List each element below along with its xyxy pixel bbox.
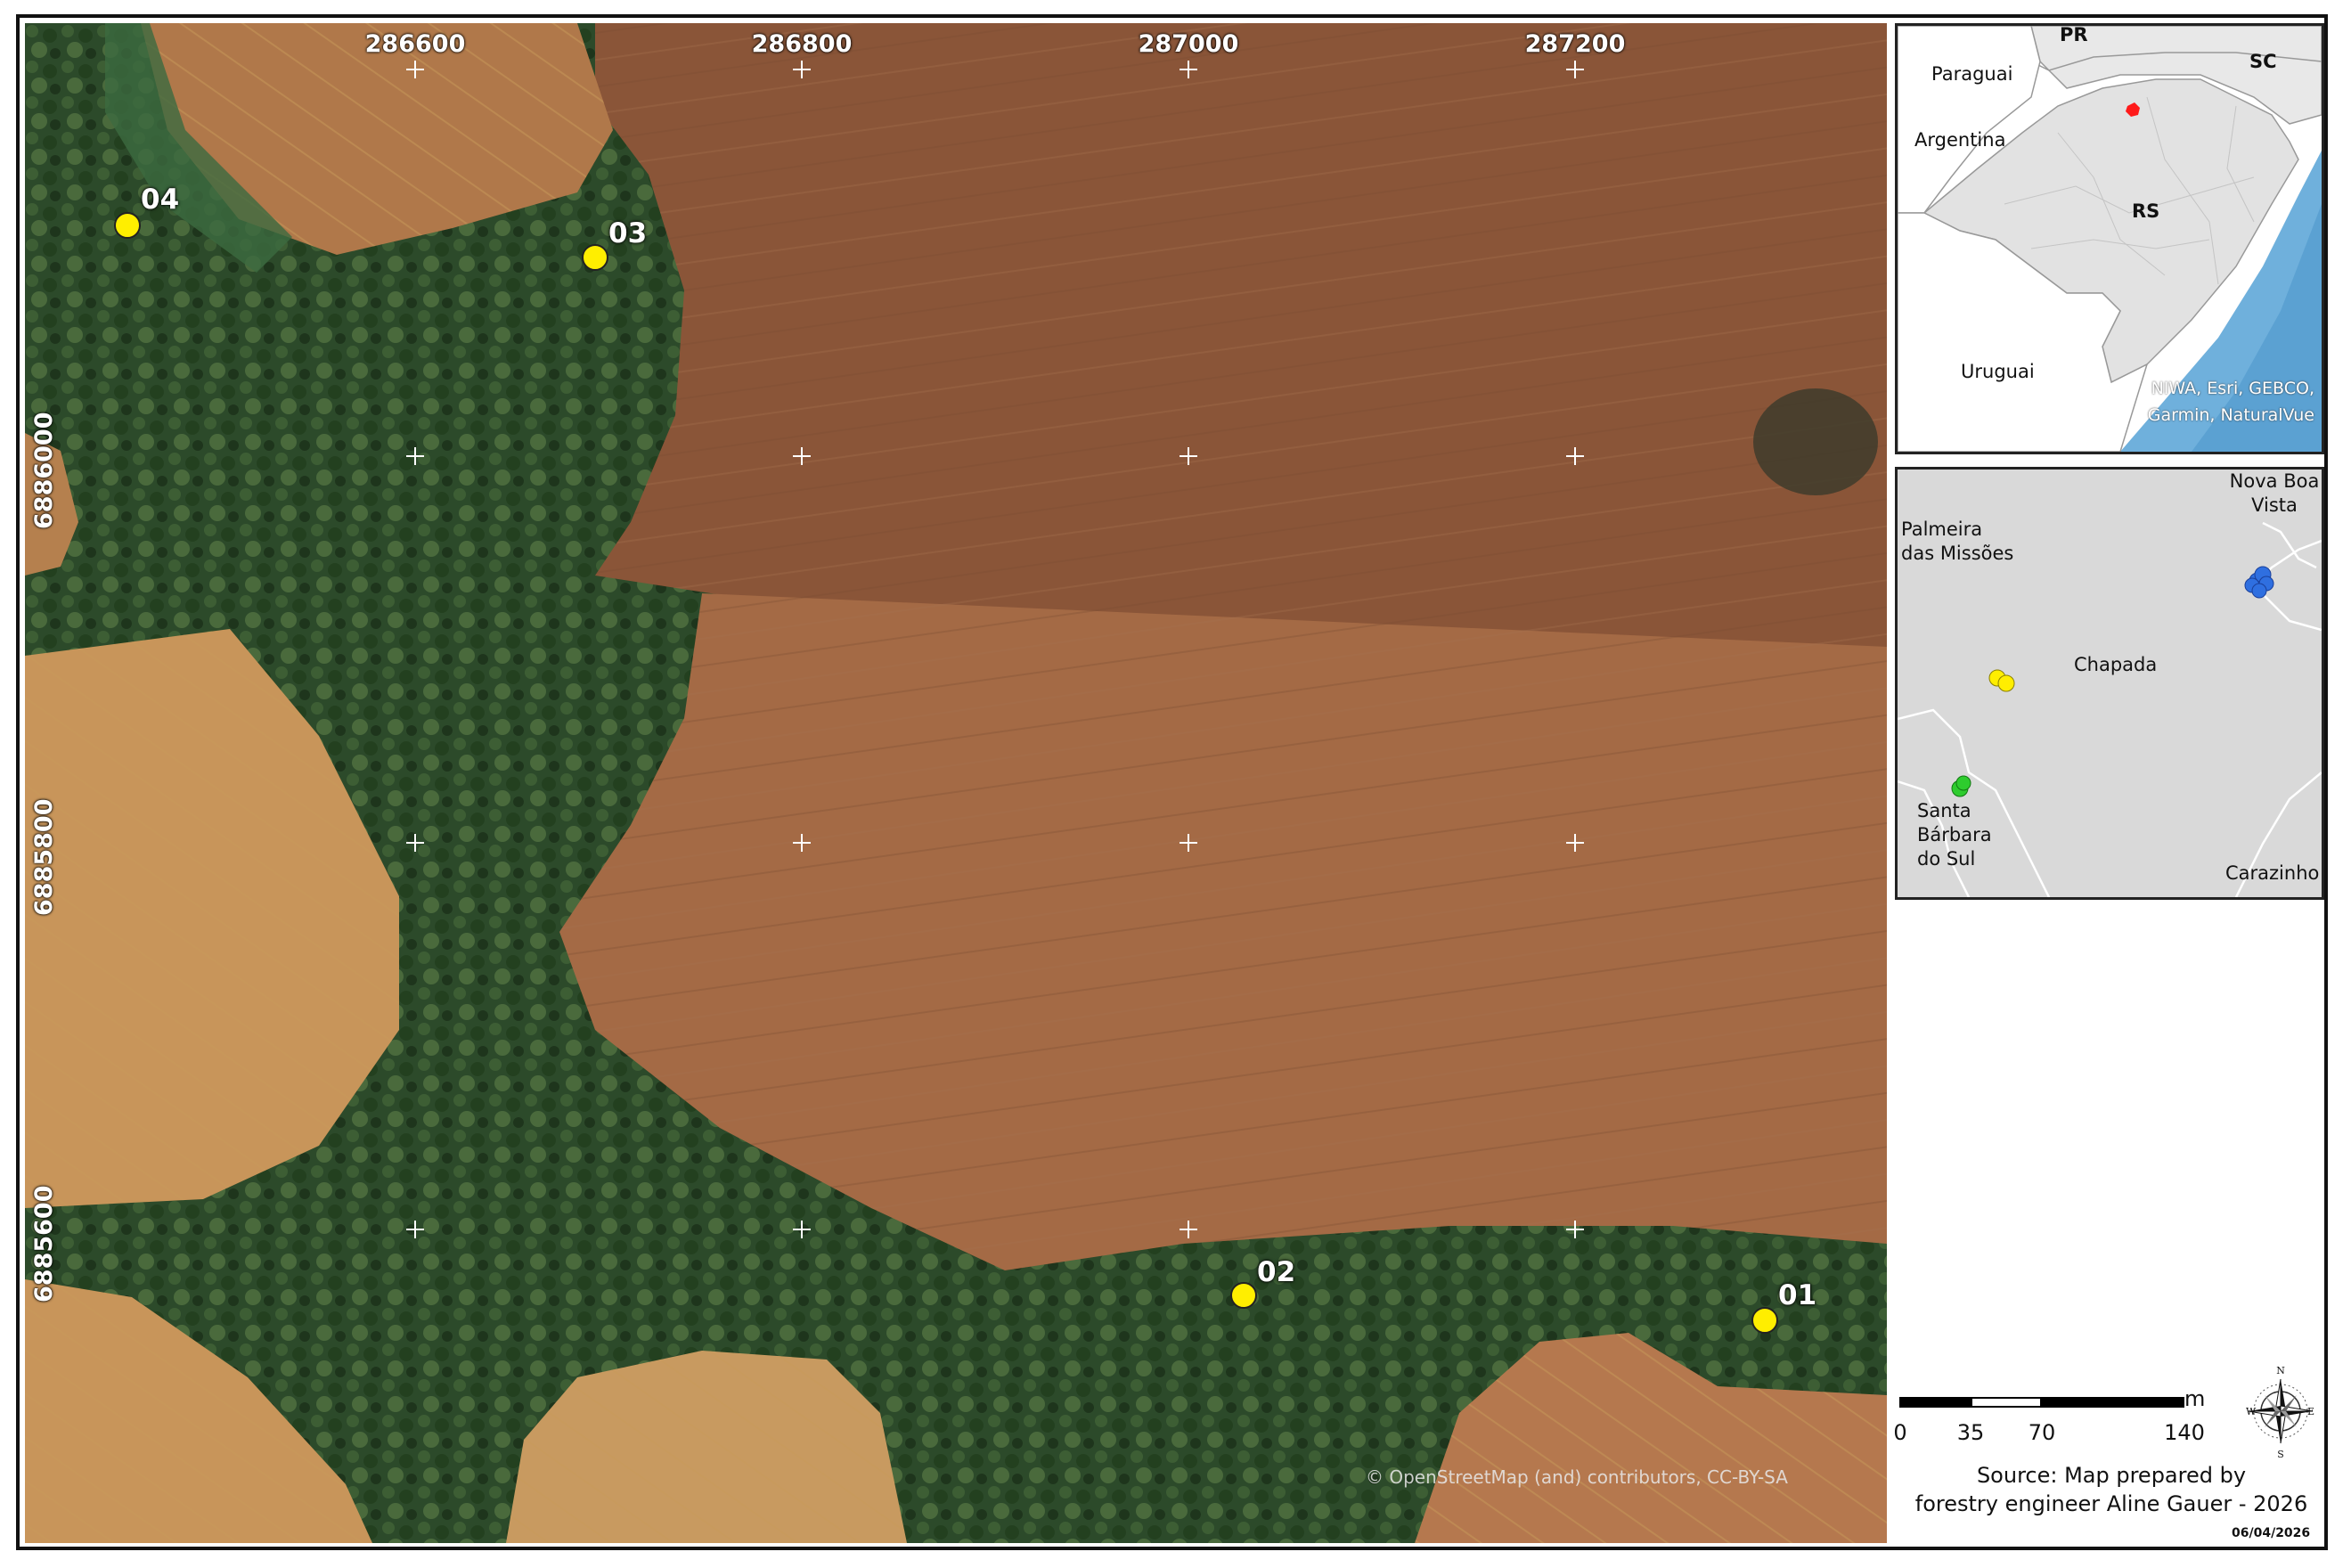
- sample-point-01[interactable]: [1751, 1307, 1778, 1334]
- town-chapada: Chapada: [2074, 654, 2158, 675]
- town-palmeira-das-missoes: Palmeira das Missões: [1901, 519, 2014, 564]
- state-inset-map[interactable]: PR SC RS Paraguai Argentina Uruguai NIWA…: [1895, 23, 2324, 454]
- sample-point-04[interactable]: [114, 212, 141, 239]
- osm-attribution: © OpenStreetMap (and) contributors, CC-B…: [1366, 1466, 1788, 1488]
- scale-unit: m: [2184, 1386, 2206, 1411]
- sample-point-label: 03: [608, 217, 648, 249]
- svg-text:N: N: [2276, 1365, 2285, 1376]
- sample-point-03[interactable]: [582, 244, 608, 271]
- scale-tick: 140: [2164, 1420, 2205, 1445]
- map-date: 06/04/2026: [2232, 1526, 2311, 1540]
- svg-text:W: W: [2246, 1406, 2257, 1417]
- label-sc: SC: [2249, 51, 2277, 72]
- x-coord-label: 286600: [364, 30, 466, 58]
- compass-rose-icon: N S W E: [2245, 1363, 2316, 1460]
- aerial-map[interactable]: 286600 286800 287000 287200 6886000 6885…: [25, 23, 1887, 1543]
- y-coord-label: 6886000: [30, 412, 58, 529]
- sample-point-label: 04: [141, 184, 180, 216]
- label-rs: RS: [2132, 200, 2160, 222]
- town-carazinho: Carazinho: [2225, 862, 2320, 884]
- label-argentina: Argentina: [1914, 129, 2006, 151]
- scale-tick: 70: [2028, 1420, 2056, 1445]
- aerial-imagery: [25, 23, 1887, 1543]
- sample-point-label: 02: [1257, 1256, 1296, 1288]
- x-coord-label: 287200: [1524, 30, 1626, 58]
- y-coord-label: 6885800: [30, 798, 58, 916]
- label-uruguai: Uruguai: [1961, 361, 2035, 382]
- scale-tick: 35: [1956, 1420, 1985, 1445]
- town-nova-boa-vista: Nova Boa Vista: [2229, 470, 2320, 516]
- sample-point-label: 01: [1778, 1279, 1817, 1311]
- locality-inset-map[interactable]: Nova Boa Vista Palmeira das Missões Chapad…: [1895, 467, 2324, 900]
- svg-text:S: S: [2277, 1449, 2284, 1459]
- y-coord-label: 6885600: [30, 1185, 58, 1303]
- town-santa-barbara-do-sul: Santa Bárbara do Sul: [1917, 800, 1992, 870]
- esri-attribution: NIWA, Esri, GEBCO, Garmin, NaturalVue: [2147, 379, 2314, 425]
- scale-tick: 0: [1893, 1420, 1907, 1445]
- svg-text:E: E: [2307, 1406, 2314, 1417]
- label-paraguai: Paraguai: [1931, 63, 2013, 85]
- label-pr: PR: [2060, 24, 2088, 45]
- x-coord-label: 286800: [751, 30, 853, 58]
- scale-bar: 0 35 70 140: [1893, 1390, 2205, 1445]
- sample-point-02[interactable]: [1230, 1282, 1257, 1309]
- source-note: Source: Map prepared by forestry enginee…: [1914, 1463, 2308, 1516]
- x-coord-label: 287000: [1138, 30, 1239, 58]
